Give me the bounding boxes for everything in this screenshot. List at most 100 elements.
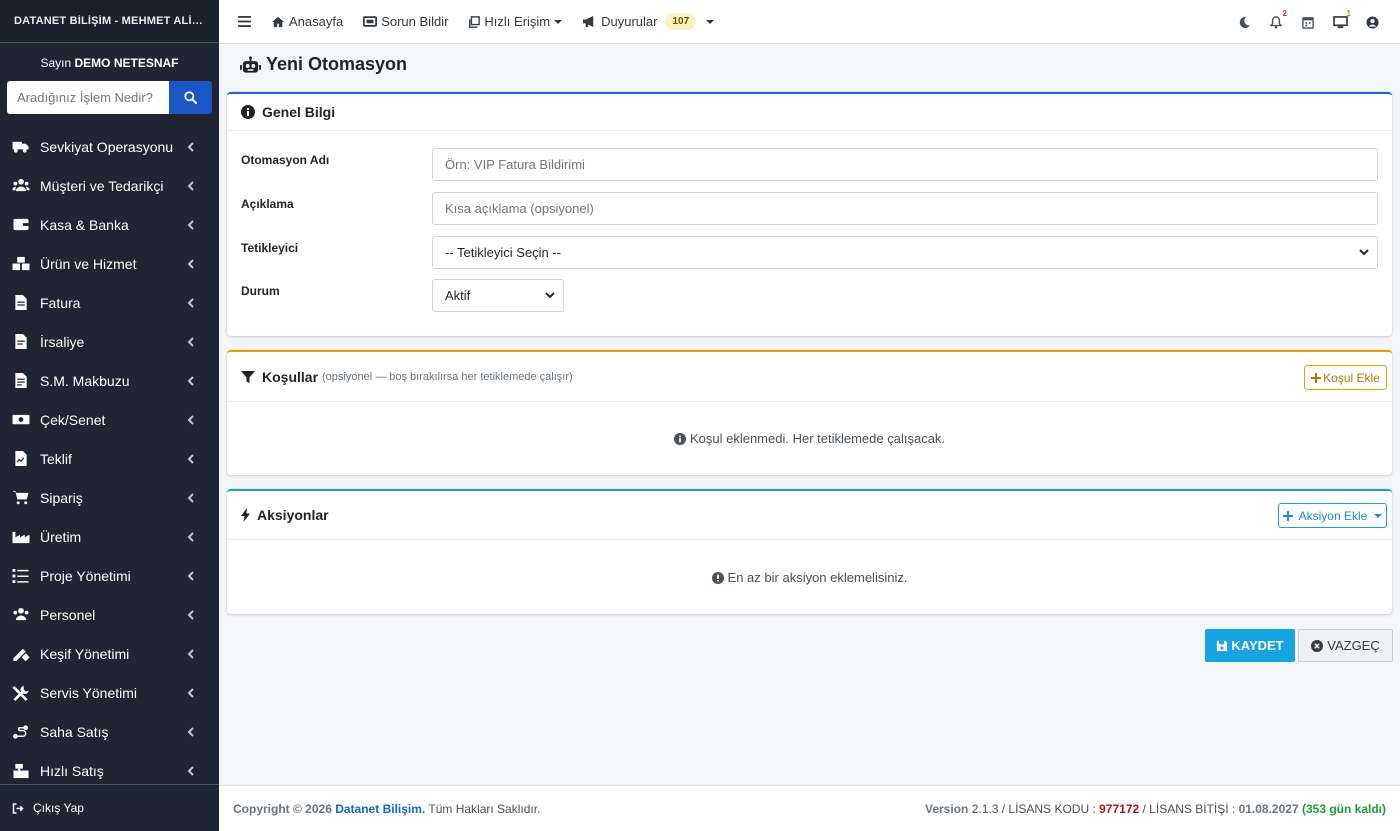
- monitor-button[interactable]: 1: [1324, 0, 1356, 44]
- sidebar-item-saha-satış[interactable]: Saha Satış: [0, 712, 219, 751]
- caret-down-icon: [1374, 513, 1383, 518]
- search-input[interactable]: [7, 81, 169, 114]
- search-button[interactable]: [169, 81, 212, 114]
- bolt-icon: [241, 508, 250, 522]
- sidebar-item-teklif[interactable]: Teklif: [0, 439, 219, 478]
- chevron-left-icon: [187, 336, 194, 347]
- sidebar-item-label: Sevkiyat Operasyonu: [40, 138, 174, 155]
- calendar-icon: [1302, 16, 1314, 29]
- nav-home[interactable]: Anasayfa: [271, 14, 343, 29]
- plus-icon: [1282, 510, 1293, 521]
- company-link[interactable]: Datanet Bilişim.: [335, 802, 425, 816]
- sidebar-item-s-m-makbuzu[interactable]: S.M. Makbuzu: [0, 361, 219, 400]
- sidebar-item-label: Ürün ve Hizmet: [40, 255, 137, 272]
- add-action-button[interactable]: Aksiyon Ekle: [1278, 503, 1387, 528]
- sidebar-item-sipariş[interactable]: Sipariş: [0, 478, 219, 517]
- add-condition-label: Koşul Ekle: [1323, 370, 1380, 385]
- sidebar-item-fatura[interactable]: Fatura: [0, 283, 219, 322]
- brand[interactable]: DATANET BİLİŞİM - MEHMET ALİ ÇAKIR: [0, 0, 219, 43]
- sidebar-item-label: Personel: [40, 606, 96, 623]
- route-icon: [11, 724, 31, 740]
- menu-toggle[interactable]: [238, 16, 255, 27]
- cancel-label: VAZGEÇ: [1327, 638, 1380, 653]
- sidebar-item-kasa-banka[interactable]: Kasa & Banka: [0, 205, 219, 244]
- greeting-prefix: Sayın: [40, 56, 72, 70]
- sidebar-item-label: Saha Satış: [40, 723, 109, 740]
- sidebar-item-label: Çek/Senet: [40, 411, 106, 428]
- sidebar-item-keşif-yönetimi[interactable]: Keşif Yönetimi: [0, 634, 219, 673]
- automation-name-input[interactable]: Örn: VIP Fatura Bildirimi: [432, 148, 1378, 181]
- bug-report-icon: [363, 16, 378, 27]
- status-select[interactable]: Aktif: [432, 279, 564, 312]
- expiry-date: 01.08.2027: [1238, 801, 1299, 816]
- chevron-left-icon: [187, 492, 194, 503]
- chevron-left-icon: [187, 726, 194, 737]
- nav-announcements[interactable]: Duyurular 107: [582, 13, 715, 30]
- trigger-select-value: -- Tetikleyici Seçin --: [445, 245, 562, 260]
- version-value: 2.1.3: [971, 801, 999, 816]
- save-button[interactable]: KAYDET: [1205, 629, 1295, 662]
- actions-empty-text: En az bir aksiyon eklemelisiniz.: [727, 570, 908, 585]
- conditions-card-title: Koşullar: [262, 368, 319, 385]
- sidebar-item-label: İrsaliye: [40, 333, 85, 350]
- chevron-left-icon: [187, 570, 194, 581]
- add-action-label: Aksiyon Ekle: [1298, 508, 1368, 523]
- actions-card-header: Aksiyonlar: [227, 491, 1392, 540]
- sidebar-item-label: Servis Yönetimi: [40, 684, 138, 701]
- add-condition-button[interactable]: Koşul Ekle: [1304, 365, 1387, 390]
- desktop-icon: [1332, 15, 1348, 28]
- chevron-left-icon: [187, 531, 194, 542]
- hamburger-icon: [238, 16, 251, 27]
- calendar-button[interactable]: [1292, 0, 1324, 44]
- boxes-icon: [11, 256, 31, 272]
- nav-quick-access[interactable]: Hızlı Erişim: [468, 14, 563, 29]
- logout-icon: [12, 802, 24, 814]
- sidebar-item-çek-senet[interactable]: Çek/Senet: [0, 400, 219, 439]
- description-input[interactable]: Kısa açıklama (opsiyonel): [432, 192, 1378, 225]
- general-info-card: Genel Bilgi Otomasyon Adı Örn: VIP Fatur…: [227, 92, 1392, 336]
- footer: Copyright © 2026 Datanet Bilişim. Tüm Ha…: [219, 785, 1400, 831]
- chevron-left-icon: [187, 219, 194, 230]
- general-card-header: Genel Bilgi: [227, 94, 1392, 131]
- trigger-select[interactable]: -- Tetikleyici Seçin --: [432, 236, 1378, 269]
- chevron-left-icon: [187, 375, 194, 386]
- sidebar-item-sevkiyat-operasyonu[interactable]: Sevkiyat Operasyonu: [0, 127, 219, 166]
- logout-label: Çıkış Yap: [33, 801, 84, 815]
- dark-mode-toggle[interactable]: [1228, 0, 1260, 44]
- sidebar-item-ürün-ve-hizmet[interactable]: Ürün ve Hizmet: [0, 244, 219, 283]
- actions-card: Aksiyonlar Aksiyon Ekle En az bir aksiyo…: [227, 489, 1392, 614]
- trigger-row: Tetikleyici: [241, 239, 432, 255]
- times-circle-icon: [1311, 639, 1324, 652]
- conditions-empty-message: Koşul eklenmedi. Her tetiklemede çalışac…: [227, 431, 1392, 446]
- user-menu-button[interactable]: [1356, 0, 1388, 44]
- sidebar-item-label: Sipariş: [40, 489, 83, 506]
- logout-button[interactable]: Çıkış Yap: [0, 784, 219, 831]
- notifications-button[interactable]: 2: [1260, 0, 1292, 44]
- status-select-value: Aktif: [445, 288, 471, 303]
- top-navbar: Anasayfa Sorun Bildir Hızlı Erişim Duyur…: [219, 0, 1400, 44]
- status-label: Durum: [241, 284, 280, 298]
- sidebar-item-i-rsaliye[interactable]: İrsaliye: [0, 322, 219, 361]
- file-signature-icon: [11, 450, 31, 467]
- chevron-left-icon: [187, 180, 194, 191]
- sidebar-item-servis-yönetimi[interactable]: Servis Yönetimi: [0, 673, 219, 712]
- footer-right: Version 2.1.3 / LİSANS KODU : 977172 / L…: [925, 802, 1386, 816]
- sidebar-item-üretim[interactable]: Üretim: [0, 517, 219, 556]
- name-label: Otomasyon Adı: [241, 153, 330, 167]
- announcements-badge: 107: [665, 13, 697, 30]
- industry-icon: [11, 529, 31, 545]
- sidebar-item-müşteri-ve-tedarikçi[interactable]: Müşteri ve Tedarikçi: [0, 166, 219, 205]
- sidebar-item-label: S.M. Makbuzu: [40, 372, 130, 389]
- info-circle-icon: [673, 432, 686, 445]
- nav-report[interactable]: Sorun Bildir: [363, 14, 448, 29]
- ruler-pencil-icon: [11, 646, 31, 662]
- sidebar-item-proje-yönetimi[interactable]: Proje Yönetimi: [0, 556, 219, 595]
- trigger-label: Tetikleyici: [241, 241, 299, 255]
- sidebar-item-personel[interactable]: Personel: [0, 595, 219, 634]
- sidebar-item-label: Müşteri ve Tedarikçi: [40, 177, 164, 194]
- notifications-badge: 2: [1282, 9, 1287, 18]
- chevron-left-icon: [187, 609, 194, 620]
- version-label: Version: [925, 801, 969, 816]
- page-title: Yeni Otomasyon: [240, 54, 407, 75]
- cancel-button[interactable]: VAZGEÇ: [1298, 629, 1393, 662]
